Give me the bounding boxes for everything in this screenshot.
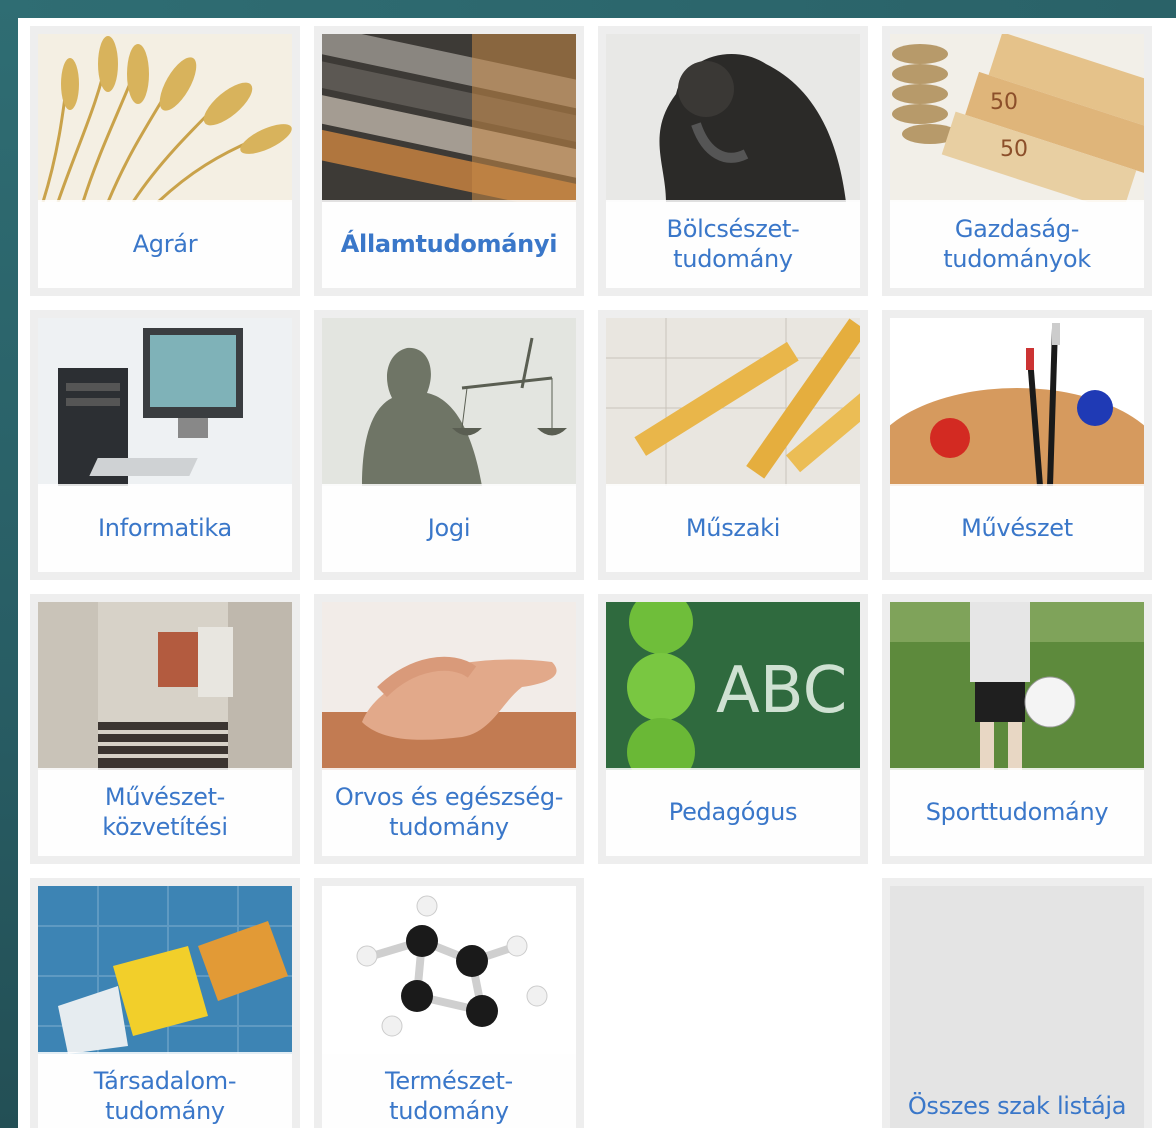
computer-icon xyxy=(38,318,292,486)
thinker-statue-icon xyxy=(606,34,860,202)
tile-label: Orvos és egészség- tudomány xyxy=(334,783,564,841)
paint-palette-icon xyxy=(890,318,1144,486)
tile-label: Műszaki xyxy=(685,514,781,542)
svg-text:ABC: ABC xyxy=(716,654,847,728)
tile-label: Államtudományi xyxy=(340,230,558,258)
svg-text:50: 50 xyxy=(1000,137,1028,162)
chalkboard-apples-icon: ABC xyxy=(606,602,860,770)
tile-label: Sporttudomány xyxy=(925,798,1109,826)
tile-pedagogus[interactable]: ABC Pedagógus xyxy=(598,594,868,864)
tile-label: Bölcsészet- tudomány xyxy=(666,215,800,273)
tile-agrar[interactable]: Agrár xyxy=(30,26,300,296)
books-icon xyxy=(322,34,576,202)
all-programs-label: Összes szak listája xyxy=(907,1092,1127,1120)
hands-icon xyxy=(322,602,576,770)
tile-label: Agrár xyxy=(132,230,198,258)
tile-termeszet[interactable]: Természet- tudomány xyxy=(314,878,584,1128)
field-grid: Agrár Államtudományi Bölcsészet- tudomán… xyxy=(30,26,1152,1128)
tile-muszaki[interactable]: Műszaki xyxy=(598,310,868,580)
tile-bolcseszet[interactable]: Bölcsészet- tudomány xyxy=(598,26,868,296)
tile-allamtudomanyi[interactable]: Államtudományi xyxy=(314,26,584,296)
puzzle-icon xyxy=(38,886,292,1054)
svg-text:50: 50 xyxy=(990,90,1018,115)
window-frame-left xyxy=(0,0,18,1128)
tile-jogi[interactable]: Jogi xyxy=(314,310,584,580)
all-programs-link[interactable]: Összes szak listája xyxy=(882,878,1152,1128)
tile-gazdasag[interactable]: 50 50 Gazdaság- tudományok xyxy=(882,26,1152,296)
tile-label: Természet- tudomány xyxy=(385,1067,513,1125)
gallery-icon xyxy=(38,602,292,770)
euro-money-icon: 50 50 xyxy=(890,34,1144,202)
tile-informatika[interactable]: Informatika xyxy=(30,310,300,580)
tile-label: Gazdaság- tudományok xyxy=(943,215,1091,273)
tile-label: Informatika xyxy=(98,514,232,542)
tile-label: Pedagógus xyxy=(668,798,798,826)
tile-label: Művészet xyxy=(961,514,1073,542)
tile-sporttudomany[interactable]: Sporttudomány xyxy=(882,594,1152,864)
tile-muveszet-kozvetitesi[interactable]: Művészet- közvetítési xyxy=(30,594,300,864)
justice-statue-icon xyxy=(322,318,576,486)
wheat-icon xyxy=(38,34,292,202)
tile-label: Jogi xyxy=(427,514,471,542)
football-player-icon xyxy=(890,602,1144,770)
molecule-icon xyxy=(322,886,576,1054)
window-frame-top xyxy=(0,0,1176,18)
tile-label: Művészet- közvetítési xyxy=(102,783,228,841)
ruler-icon xyxy=(606,318,860,486)
tile-muveszet[interactable]: Művészet xyxy=(882,310,1152,580)
tile-tarsadalom[interactable]: Társadalom- tudomány xyxy=(30,878,300,1128)
tile-label: Társadalom- tudomány xyxy=(93,1067,237,1125)
tile-orvos[interactable]: Orvos és egészség- tudomány xyxy=(314,594,584,864)
